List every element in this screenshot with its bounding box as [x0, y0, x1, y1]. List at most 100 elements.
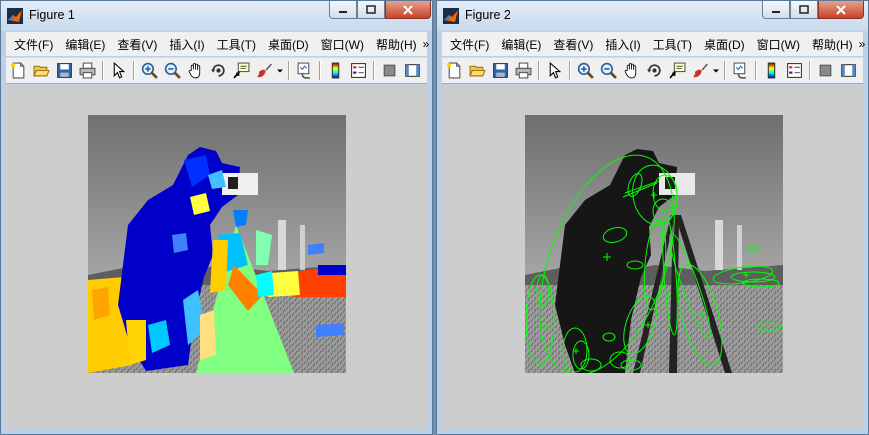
menu-window[interactable]: 窗口(W)	[315, 36, 370, 53]
title-bar[interactable]: Figure 2	[437, 1, 868, 31]
figure-canvas[interactable]	[442, 85, 863, 429]
menu-help[interactable]: 帮助(H)	[370, 36, 423, 53]
close-icon	[403, 4, 413, 15]
new-figure-button[interactable]	[444, 60, 465, 81]
insert-legend-button[interactable]	[348, 60, 369, 81]
menu-insert[interactable]: 插入(I)	[163, 36, 210, 53]
print-button[interactable]	[513, 60, 534, 81]
open-file-button[interactable]	[467, 60, 488, 81]
print-icon	[79, 62, 96, 79]
menu-desktop[interactable]: 桌面(D)	[262, 36, 315, 53]
window-title: Figure 2	[465, 8, 511, 22]
link-plot-button[interactable]	[294, 60, 315, 81]
show-plot-tools-button[interactable]	[838, 60, 859, 81]
brush-dropdown-button[interactable]	[711, 60, 720, 81]
hide-plot-tools-icon	[819, 64, 832, 77]
matlab-logo-icon	[443, 8, 459, 24]
figure-1-window: Figure 1 文件(F) 编辑(E) 查看(V) 插入(I) 工具(T) 桌…	[0, 0, 433, 435]
title-bar[interactable]: Figure 1	[1, 1, 432, 31]
menu-insert[interactable]: 插入(I)	[599, 36, 646, 53]
brush-dropdown-button[interactable]	[275, 60, 284, 81]
rotate-3d-icon	[647, 64, 661, 77]
menu-file[interactable]: 文件(F)	[442, 36, 495, 53]
menu-edit[interactable]: 编辑(E)	[59, 36, 111, 53]
maximize-icon	[799, 4, 809, 14]
insert-legend-button[interactable]	[784, 60, 805, 81]
new-figure-button[interactable]	[8, 60, 29, 81]
insert-colorbar-icon	[767, 62, 776, 79]
menu-edit[interactable]: 编辑(E)	[495, 36, 547, 53]
open-file-icon	[33, 65, 50, 77]
close-button[interactable]	[385, 1, 431, 19]
toolbar-separator	[724, 61, 726, 80]
print-icon	[515, 62, 532, 79]
menu-tools[interactable]: 工具(T)	[647, 36, 698, 53]
new-figure-icon	[11, 62, 25, 79]
close-icon	[836, 4, 846, 15]
zoom-in-button[interactable]	[575, 60, 596, 81]
menu-overflow[interactable]: »	[423, 37, 436, 51]
pan-hand-icon	[624, 63, 637, 79]
figure-canvas[interactable]	[6, 85, 427, 429]
zoom-in-icon	[577, 62, 594, 79]
rotate-3d-button[interactable]	[208, 60, 229, 81]
link-plot-button[interactable]	[730, 60, 751, 81]
insert-colorbar-button[interactable]	[761, 60, 782, 81]
matlab-logo-icon	[7, 8, 23, 24]
menu-view[interactable]: 查看(V)	[547, 36, 599, 53]
menu-help[interactable]: 帮助(H)	[806, 36, 859, 53]
edit-plot-button[interactable]	[544, 60, 565, 81]
zoom-out-button[interactable]	[598, 60, 619, 81]
maximize-button[interactable]	[357, 1, 385, 19]
pan-button[interactable]	[185, 60, 206, 81]
ellipse-fit-image	[525, 115, 783, 373]
minimize-button[interactable]	[329, 1, 357, 19]
menu-view[interactable]: 查看(V)	[111, 36, 163, 53]
close-button[interactable]	[818, 1, 864, 19]
open-file-button[interactable]	[31, 60, 52, 81]
brush-button[interactable]	[254, 60, 275, 81]
menu-desktop[interactable]: 桌面(D)	[698, 36, 751, 53]
minimize-button[interactable]	[762, 1, 790, 19]
data-cursor-icon	[669, 62, 686, 79]
save-button[interactable]	[54, 60, 75, 81]
hide-plot-tools-button[interactable]	[815, 60, 836, 81]
zoom-in-button[interactable]	[139, 60, 160, 81]
show-plot-tools-button[interactable]	[402, 60, 423, 81]
brush-icon	[693, 63, 708, 78]
maximize-button[interactable]	[790, 1, 818, 19]
toolbar-separator	[569, 61, 571, 80]
edit-plot-button[interactable]	[108, 60, 129, 81]
menu-tools[interactable]: 工具(T)	[211, 36, 262, 53]
rotate-3d-icon	[211, 64, 225, 77]
hide-plot-tools-button[interactable]	[379, 60, 400, 81]
toolbar-separator	[319, 61, 321, 80]
rotate-3d-button[interactable]	[644, 60, 665, 81]
menu-window[interactable]: 窗口(W)	[751, 36, 806, 53]
data-cursor-icon	[233, 62, 250, 79]
brush-dropdown-icon	[712, 69, 719, 73]
hide-plot-tools-icon	[383, 64, 396, 77]
save-button[interactable]	[490, 60, 511, 81]
insert-colorbar-button[interactable]	[325, 60, 346, 81]
data-cursor-button[interactable]	[231, 60, 252, 81]
maximize-icon	[366, 4, 376, 14]
show-plot-tools-icon	[841, 64, 856, 77]
zoom-in-icon	[141, 62, 158, 79]
show-plot-tools-icon	[405, 64, 420, 77]
print-button[interactable]	[77, 60, 98, 81]
zoom-out-icon	[164, 62, 181, 79]
toolbar-separator	[288, 61, 290, 80]
data-cursor-button[interactable]	[667, 60, 688, 81]
menu-overflow[interactable]: »	[859, 37, 869, 51]
zoom-out-button[interactable]	[162, 60, 183, 81]
insert-colorbar-icon	[331, 62, 340, 79]
brush-button[interactable]	[690, 60, 711, 81]
pan-button[interactable]	[621, 60, 642, 81]
menu-bar: 文件(F) 编辑(E) 查看(V) 插入(I) 工具(T) 桌面(D) 窗口(W…	[6, 32, 429, 56]
caption-buttons	[762, 1, 864, 21]
insert-legend-icon	[351, 63, 366, 78]
toolbar-separator	[373, 61, 375, 80]
menu-file[interactable]: 文件(F)	[6, 36, 59, 53]
brush-dropdown-icon	[276, 69, 283, 73]
